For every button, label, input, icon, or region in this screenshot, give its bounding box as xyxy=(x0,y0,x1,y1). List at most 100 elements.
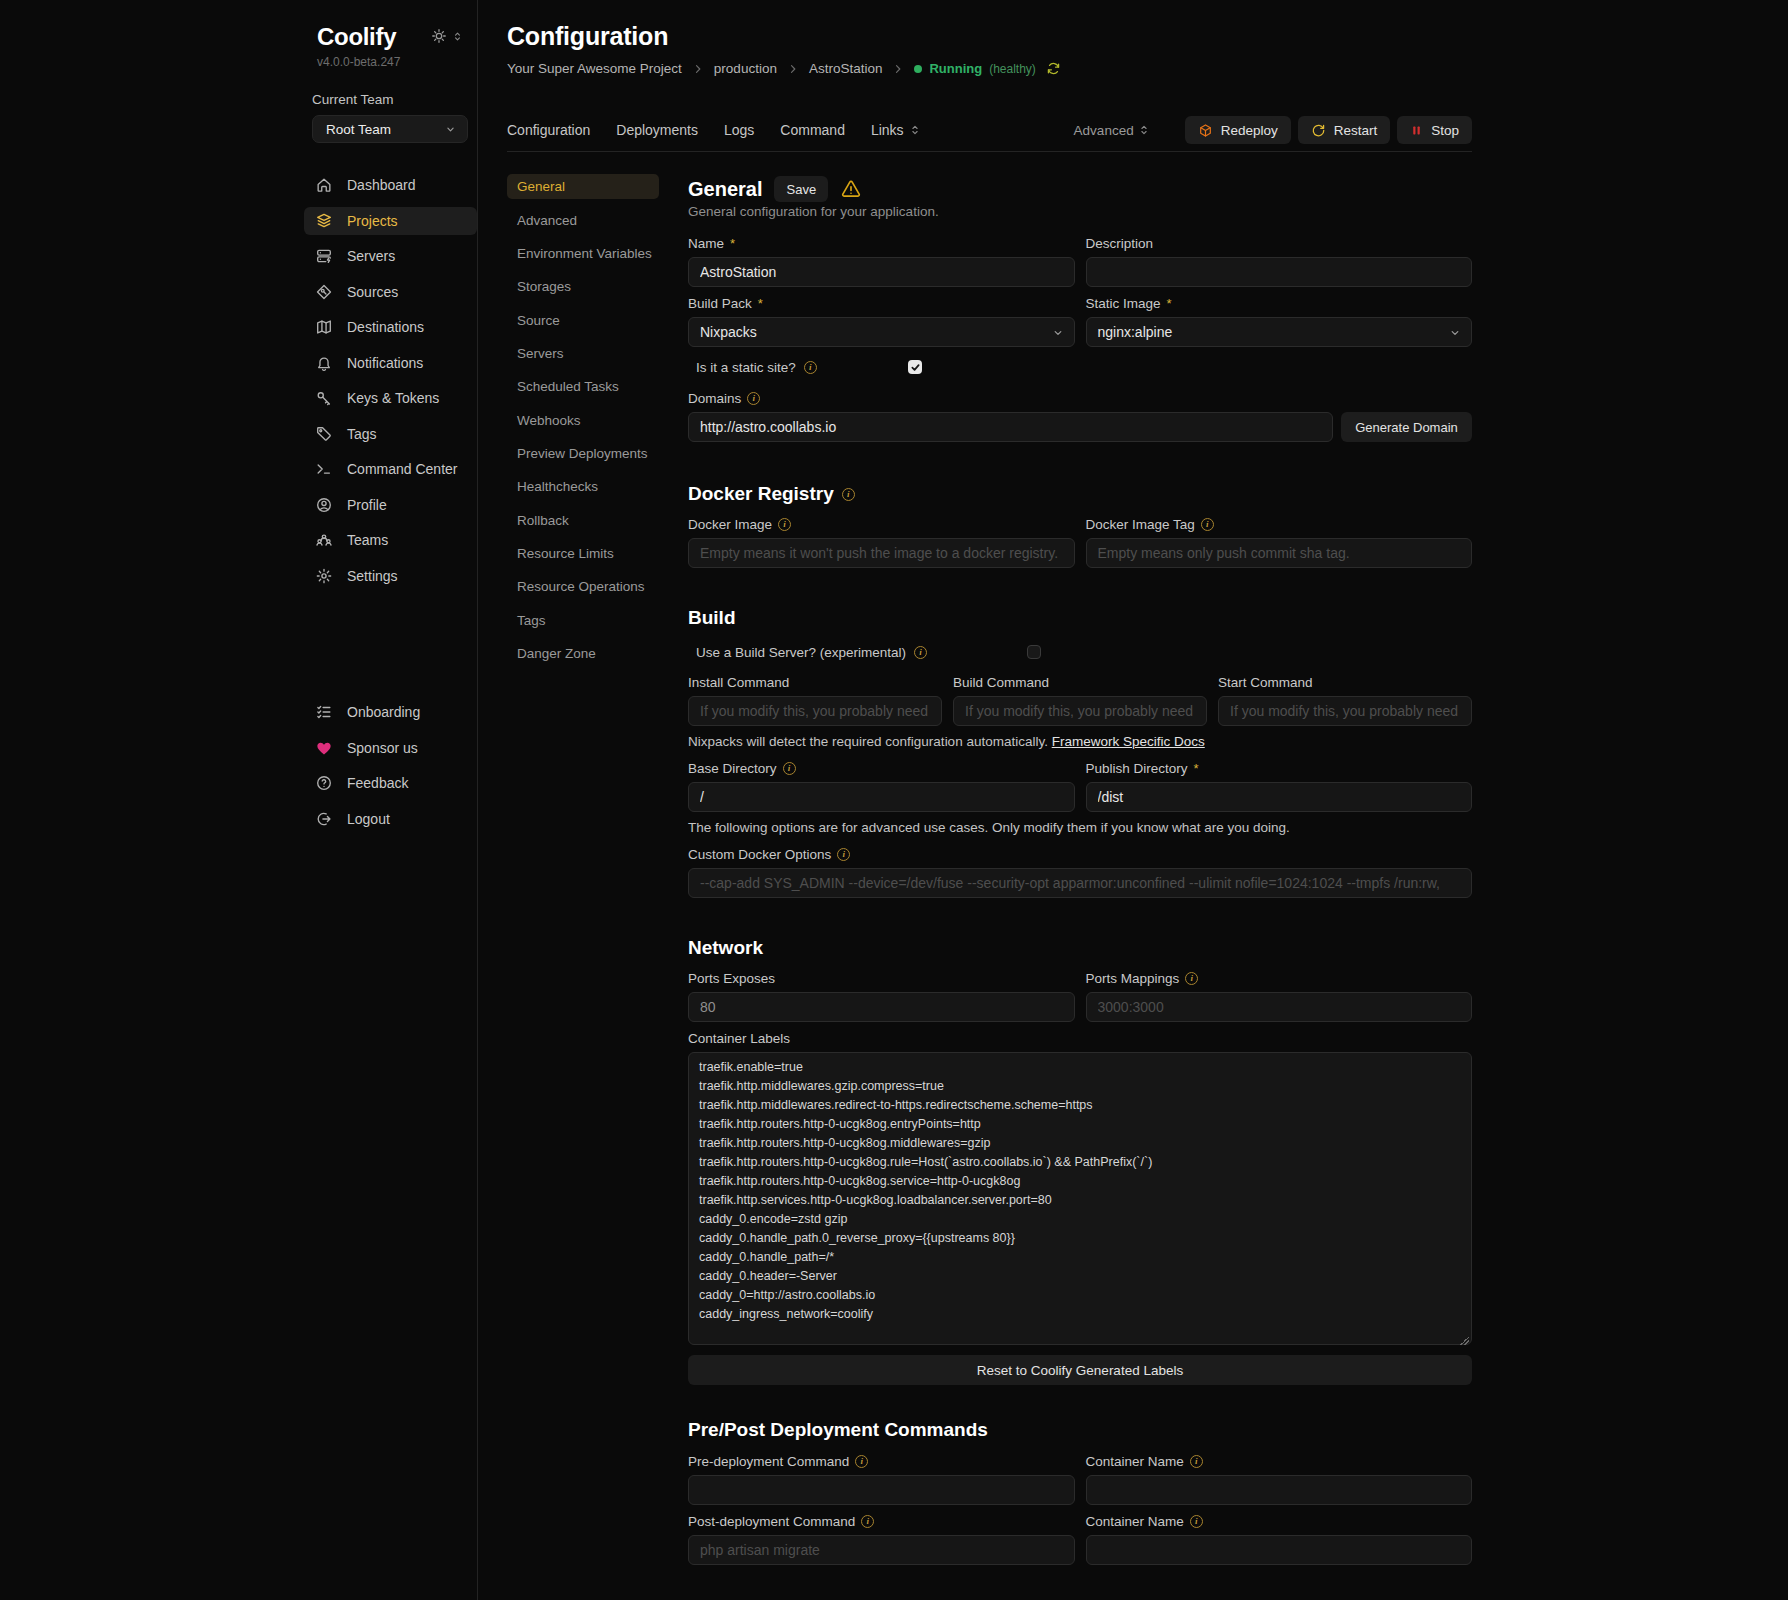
subnav-source[interactable]: Source xyxy=(507,303,659,336)
pre-container-name-input[interactable] xyxy=(1086,1475,1473,1505)
required-asterisk: * xyxy=(1194,761,1199,776)
info-icon: i xyxy=(783,762,796,775)
warning-icon xyxy=(840,178,862,200)
docker-image-tag-input[interactable] xyxy=(1086,538,1473,568)
subnav-danger-zone[interactable]: Danger Zone xyxy=(507,637,659,670)
subnav-preview-deployments[interactable]: Preview Deployments xyxy=(507,437,659,470)
publish-directory-input[interactable] xyxy=(1086,782,1473,812)
static-site-checkbox[interactable] xyxy=(908,360,922,374)
build-server-checkbox[interactable] xyxy=(1027,645,1041,659)
tab-command[interactable]: Command xyxy=(780,122,845,138)
sidebar-item-teams[interactable]: Teams xyxy=(304,526,477,554)
pre-deployment-command-input[interactable] xyxy=(688,1475,1075,1505)
sidebar-nav: Dashboard Projects Servers Sources xyxy=(278,171,477,590)
sidebar-item-servers[interactable]: Servers xyxy=(304,242,477,270)
theme-switch-chevrons-icon[interactable] xyxy=(452,31,463,42)
team-select[interactable]: Root Team xyxy=(312,115,468,143)
post-container-name-input[interactable] xyxy=(1086,1535,1473,1565)
tab-links[interactable]: Links xyxy=(871,122,921,138)
docker-image-input[interactable] xyxy=(688,538,1075,568)
chevron-down-icon xyxy=(444,123,457,136)
section-title-network: Network xyxy=(688,937,1472,959)
breadcrumb-application[interactable]: AstroStation xyxy=(809,61,883,76)
coolify-app: Coolify v4.0.0-beta.247 Current Team Roo… xyxy=(0,0,1788,1600)
sidebar-item-projects[interactable]: Projects xyxy=(304,207,477,235)
framework-docs-link[interactable]: Framework Specific Docs xyxy=(1052,734,1205,749)
breadcrumb-project[interactable]: Your Super Awesome Project xyxy=(507,61,682,76)
subnav-scheduled-tasks[interactable]: Scheduled Tasks xyxy=(507,370,659,403)
reset-labels-button[interactable]: Reset to Coolify Generated Labels xyxy=(688,1355,1472,1385)
sidebar-item-settings[interactable]: Settings xyxy=(304,562,477,590)
tab-configuration[interactable]: Configuration xyxy=(507,122,590,138)
sidebar-item-label: Logout xyxy=(347,811,390,827)
info-icon: i xyxy=(1190,1515,1203,1528)
name-input[interactable] xyxy=(688,257,1075,287)
build-pack-label: Build Pack xyxy=(688,296,752,311)
static-image-select[interactable]: nginx:alpine xyxy=(1086,317,1473,347)
sidebar-item-onboarding[interactable]: Onboarding xyxy=(304,698,477,726)
sidebar-item-notifications[interactable]: Notifications xyxy=(304,349,477,377)
domains-input[interactable] xyxy=(688,412,1333,442)
container-labels-textarea[interactable]: traefik.enable=true traefik.http.middlew… xyxy=(688,1052,1472,1345)
install-command-input[interactable] xyxy=(688,696,942,726)
subnav-healthchecks[interactable]: Healthchecks xyxy=(507,470,659,503)
required-asterisk: * xyxy=(758,296,763,311)
advanced-menu[interactable]: Advanced xyxy=(1074,123,1150,138)
theme-sun-icon[interactable] xyxy=(431,28,447,44)
subnav-environment-variables[interactable]: Environment Variables xyxy=(507,237,659,270)
sidebar-item-profile[interactable]: Profile xyxy=(304,491,477,519)
description-input[interactable] xyxy=(1086,257,1473,287)
custom-docker-options-input[interactable] xyxy=(688,868,1472,898)
sidebar-item-dashboard[interactable]: Dashboard xyxy=(304,171,477,199)
resize-handle[interactable] xyxy=(1460,1336,1469,1345)
redeploy-button[interactable]: Redeploy xyxy=(1185,116,1291,144)
static-image-label: Static Image xyxy=(1086,296,1161,311)
generate-domain-button[interactable]: Generate Domain xyxy=(1341,412,1472,442)
tab-deployments[interactable]: Deployments xyxy=(616,122,698,138)
subnav-webhooks[interactable]: Webhooks xyxy=(507,403,659,436)
sidebar-item-logout[interactable]: Logout xyxy=(304,805,477,833)
ports-exposes-input[interactable] xyxy=(688,992,1075,1022)
build-command-input[interactable] xyxy=(953,696,1207,726)
sidebar-item-sponsor[interactable]: Sponsor us xyxy=(304,734,477,762)
static-site-label: Is it a static site? xyxy=(696,360,796,375)
sidebar-item-label: Notifications xyxy=(347,355,423,371)
status-dot xyxy=(914,65,922,73)
install-command-label: Install Command xyxy=(688,675,789,690)
tab-logs[interactable]: Logs xyxy=(724,122,754,138)
subnav-rollback[interactable]: Rollback xyxy=(507,503,659,536)
checklist-icon xyxy=(314,703,334,721)
heart-icon xyxy=(314,739,334,757)
sidebar-item-destinations[interactable]: Destinations xyxy=(304,313,477,341)
section-title-build: Build xyxy=(688,607,1472,629)
base-directory-label: Base Directory xyxy=(688,761,777,776)
subnav-advanced[interactable]: Advanced xyxy=(507,203,659,236)
breadcrumb-environment[interactable]: production xyxy=(714,61,777,76)
sidebar-footer-nav: Onboarding Sponsor us Feedback Logout xyxy=(278,698,477,841)
base-directory-input[interactable] xyxy=(688,782,1075,812)
subnav-storages[interactable]: Storages xyxy=(507,270,659,303)
subnav-resource-operations[interactable]: Resource Operations xyxy=(507,570,659,603)
sidebar-item-command-center[interactable]: Command Center xyxy=(304,455,477,483)
required-asterisk: * xyxy=(1167,296,1172,311)
stop-button[interactable]: Stop xyxy=(1397,116,1472,144)
restart-button[interactable]: Restart xyxy=(1298,116,1391,144)
ports-exposes-label: Ports Exposes xyxy=(688,971,775,986)
sidebar-item-feedback[interactable]: Feedback xyxy=(304,769,477,797)
refresh-icon[interactable] xyxy=(1046,61,1061,76)
start-command-input[interactable] xyxy=(1218,696,1472,726)
ports-mappings-input[interactable] xyxy=(1086,992,1473,1022)
save-button[interactable]: Save xyxy=(774,176,828,202)
subnav-tags[interactable]: Tags xyxy=(507,603,659,636)
sidebar-item-keys-tokens[interactable]: Keys & Tokens xyxy=(304,384,477,412)
chevron-right-icon xyxy=(892,63,904,75)
subnav-resource-limits[interactable]: Resource Limits xyxy=(507,537,659,570)
subnav-general[interactable]: General xyxy=(507,170,659,203)
post-deployment-command-input[interactable] xyxy=(688,1535,1075,1565)
sidebar-item-tags[interactable]: Tags xyxy=(304,420,477,448)
sidebar-item-sources[interactable]: Sources xyxy=(304,278,477,306)
sidebar-item-label: Servers xyxy=(347,248,395,264)
subnav-servers[interactable]: Servers xyxy=(507,337,659,370)
build-pack-select[interactable]: Nixpacks xyxy=(688,317,1075,347)
sidebar-item-label: Sources xyxy=(347,284,398,300)
